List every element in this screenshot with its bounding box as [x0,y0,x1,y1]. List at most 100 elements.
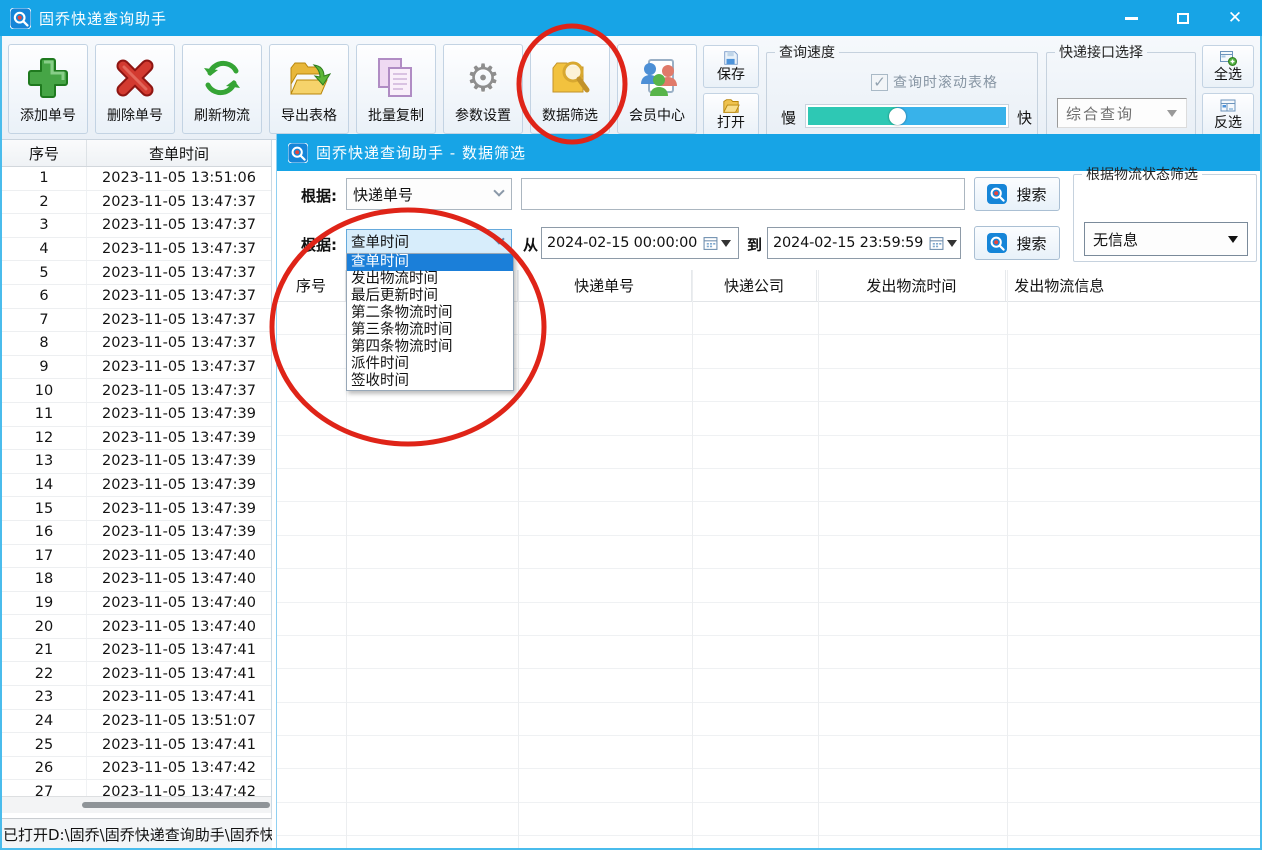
table-row[interactable]: 172023-11-05 13:47:40 [2,545,271,569]
dropdown-option[interactable]: 第三条物流时间 [347,322,513,339]
row-time-cell: 2023-11-05 13:47:40 [87,568,271,591]
row-index-cell: 9 [2,356,87,379]
dropdown-option[interactable]: 最后更新时间 [347,288,513,305]
from-date-input[interactable]: 2024-02-15 00:00:00 [541,227,739,259]
invert-select-button[interactable]: 反选 [1202,93,1254,136]
result-column-header[interactable]: 发出物流时间 [817,270,1006,301]
row-time-cell: 2023-11-05 13:47:41 [87,662,271,685]
table-row[interactable]: 82023-11-05 13:47:37 [2,332,271,356]
dropdown-option[interactable]: 发出物流时间 [347,271,513,288]
result-column-header[interactable]: 快递单号 [518,270,692,301]
table-row[interactable]: 272023-11-05 13:47:42 [2,780,271,796]
table-row[interactable]: 252023-11-05 13:47:41 [2,733,271,757]
toolbar-button-export-table[interactable]: 导出表格 [269,44,349,134]
table-row[interactable]: 142023-11-05 13:47:39 [2,474,271,498]
table-row[interactable]: 132023-11-05 13:47:39 [2,450,271,474]
row-index-cell: 4 [2,238,87,261]
window-title: 固乔快递查询助手 [39,8,167,29]
slider-thumb[interactable] [889,108,906,125]
table-row [277,803,1260,836]
row-index-cell: 7 [2,309,87,332]
table-row[interactable]: 62023-11-05 13:47:37 [2,285,271,309]
open-button-label: 打开 [717,115,745,132]
status-filter-select[interactable]: 无信息 [1084,222,1248,256]
table-row[interactable]: 12023-11-05 13:51:06 [2,167,271,191]
row-time-cell: 2023-11-05 13:47:40 [87,592,271,615]
calendar-icon [703,236,718,251]
result-column-header[interactable]: 序号 [277,270,346,301]
table-row[interactable]: 32023-11-05 13:47:37 [2,214,271,238]
speed-slider-row: 慢 快 [781,104,1031,130]
export-icon [286,53,332,103]
table-row[interactable]: 152023-11-05 13:47:39 [2,497,271,521]
toolbar-buttons: 添加单号删除单号刷新物流导出表格批量复制⚙参数设置数据筛选会员中心 [8,44,697,134]
row-time-cell: 2023-11-05 13:47:37 [87,285,271,308]
row-index-cell: 21 [2,639,87,662]
filter1-value-input[interactable] [521,178,965,210]
table-row[interactable]: 52023-11-05 13:47:37 [2,261,271,285]
result-column-header[interactable]: 快递公司 [692,270,818,301]
open-button[interactable]: 打开 [703,93,759,136]
search-button-2[interactable]: 搜索 [974,226,1060,260]
table-row[interactable]: 202023-11-05 13:47:40 [2,615,271,639]
to-date-input[interactable]: 2024-02-15 23:59:59 [767,227,961,259]
maximize-button[interactable] [1170,5,1196,31]
row-time-cell: 2023-11-05 13:47:39 [87,474,271,497]
minimize-button[interactable] [1118,5,1144,31]
table-row[interactable]: 262023-11-05 13:47:42 [2,757,271,781]
row-time-cell: 2023-11-05 13:47:39 [87,403,271,426]
scroll-table-checkbox-label: 查询时滚动表格 [893,72,998,92]
table-row[interactable]: 242023-11-05 13:51:07 [2,710,271,734]
column-header-index[interactable]: 序号 [2,140,87,166]
table-row[interactable]: 222023-11-05 13:47:41 [2,662,271,686]
table-row[interactable]: 42023-11-05 13:47:37 [2,238,271,262]
table-row[interactable]: 192023-11-05 13:47:40 [2,592,271,616]
search-button-1[interactable]: 搜索 [974,177,1060,211]
dropdown-option[interactable]: 查单时间 [347,254,513,271]
select-all-icon [1219,49,1237,67]
dropdown-option[interactable]: 第四条物流时间 [347,339,513,356]
table-row[interactable]: 232023-11-05 13:47:41 [2,686,271,710]
table-row[interactable]: 182023-11-05 13:47:40 [2,568,271,592]
speed-slider[interactable] [805,104,1009,128]
table-row[interactable]: 122023-11-05 13:47:39 [2,427,271,451]
toolbar-button-refresh-logistics[interactable]: 刷新物流 [182,44,262,134]
horizontal-scrollbar[interactable] [2,796,271,813]
table-row [277,769,1260,802]
row-time-cell: 2023-11-05 13:47:39 [87,427,271,450]
table-row[interactable]: 22023-11-05 13:47:37 [2,191,271,215]
filter2-field-select[interactable]: 查单时间 [346,229,512,254]
table-row[interactable]: 112023-11-05 13:47:39 [2,403,271,427]
dropdown-option[interactable]: 派件时间 [347,356,513,373]
close-button[interactable]: ✕ [1222,5,1248,31]
row-index-cell: 14 [2,474,87,497]
row-time-cell: 2023-11-05 13:47:37 [87,332,271,355]
dropdown-option[interactable]: 第二条物流时间 [347,305,513,322]
toolbar-button-member-center[interactable]: 会员中心 [617,44,697,134]
table-row[interactable]: 102023-11-05 13:47:37 [2,379,271,403]
table-row[interactable]: 212023-11-05 13:47:41 [2,639,271,663]
table-row[interactable]: 162023-11-05 13:47:39 [2,521,271,545]
dropdown-option[interactable]: 签收时间 [347,373,513,390]
toolbar-button-delete-order[interactable]: 删除单号 [95,44,175,134]
interface-select[interactable]: 综合查询 [1057,98,1187,128]
toolbar-button-add-order[interactable]: 添加单号 [8,44,88,134]
save-button[interactable]: 保存 [703,45,759,88]
toolbar-button-label: 刷新物流 [194,105,250,125]
scroll-table-checkbox[interactable]: ✓ [871,74,888,91]
table-row[interactable]: 72023-11-05 13:47:37 [2,309,271,333]
table-row[interactable]: 92023-11-05 13:47:37 [2,356,271,380]
scrollbar-thumb[interactable] [82,802,270,808]
filter1-field-select[interactable]: 快递单号 [346,178,512,210]
select-all-button[interactable]: 全选 [1202,45,1254,88]
to-date-value: 2024-02-15 23:59:59 [773,235,923,251]
column-header-query-time[interactable]: 查单时间 [87,140,271,166]
toolbar-button-batch-copy[interactable]: 批量复制 [356,44,436,134]
result-column-header[interactable]: 发出物流信息 [1006,270,1260,301]
toolbar-button-data-filter[interactable]: 数据筛选 [530,44,610,134]
filter-icon [547,53,593,103]
toolbar-button-settings[interactable]: ⚙参数设置 [443,44,523,134]
search-logo-icon [987,233,1007,253]
row-index-cell: 3 [2,214,87,237]
status-text: 已打开D:\固乔\固乔快递查询助手\固乔快 [0,824,272,845]
